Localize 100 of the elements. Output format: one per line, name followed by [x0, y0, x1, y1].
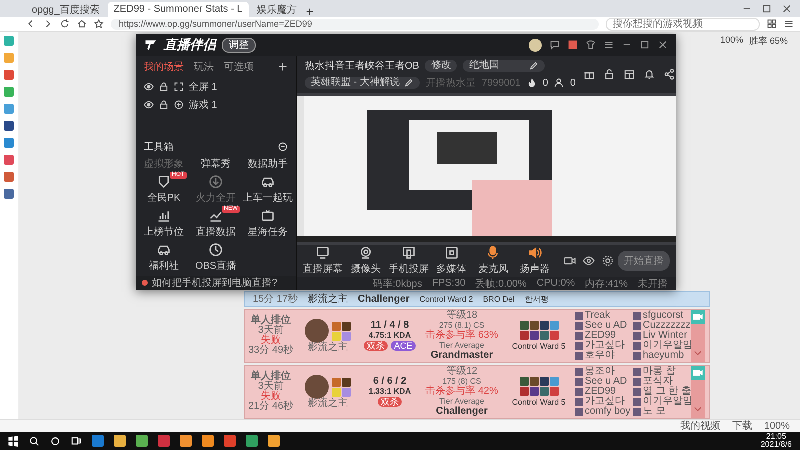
cs-count: 175 (8) CS [442, 377, 482, 386]
player-name[interactable]: 이기우알암 [643, 341, 693, 351]
scene-item[interactable]: 全屏 1 [189, 80, 218, 94]
close-icon[interactable] [782, 4, 792, 14]
lock-icon[interactable] [159, 82, 169, 92]
tool-button[interactable]: 星海任务 [242, 209, 294, 239]
grid-icon[interactable] [767, 19, 777, 29]
camera-icon[interactable] [564, 255, 576, 267]
player-name[interactable]: sfgucorst [643, 311, 684, 321]
scene-tab[interactable]: 我的场景 [144, 60, 184, 74]
eye-icon[interactable] [583, 255, 595, 267]
status-item[interactable]: 我的视频 [680, 419, 720, 433]
eye-icon[interactable] [144, 82, 154, 92]
scene-item[interactable]: 游戏 1 [189, 98, 218, 112]
browser-tab[interactable]: opgg_百度搜索 [26, 2, 106, 17]
bar-chart-icon [157, 209, 171, 223]
category-selector[interactable]: 英雄联盟 - 大神解说 [305, 77, 420, 89]
search-icon[interactable] [29, 436, 40, 446]
fullscreen-icon [174, 82, 184, 92]
champion-level: 等级18 [446, 311, 478, 321]
windows-start-icon[interactable] [8, 436, 19, 446]
source-button[interactable]: 手机投屏 [388, 246, 429, 276]
tip-dot-icon [142, 280, 148, 286]
player-name[interactable]: See u AD [585, 377, 628, 387]
close-icon[interactable] [658, 40, 668, 50]
menu-icon[interactable] [784, 19, 794, 29]
version-badge[interactable]: 调整 [222, 38, 256, 52]
bell-icon[interactable] [644, 69, 655, 80]
player-name[interactable]: 열 그 한 출 [643, 387, 692, 397]
clock[interactable]: 21:05 2021/8/6 [760, 433, 792, 449]
player-name[interactable]: 몽조아 [585, 367, 615, 377]
room-field[interactable]: 绝地国 [463, 60, 546, 72]
tool-tab[interactable]: 弹幕秀 [190, 157, 242, 171]
share-icon[interactable] [664, 69, 675, 80]
circle-icon[interactable] [50, 436, 61, 446]
tool-tab[interactable]: 数据助手 [242, 157, 294, 171]
game-duration: 15分 17秒 [253, 292, 298, 306]
player-name[interactable]: ZED99 [585, 387, 616, 397]
kill-participation: 击杀参与率 42% [426, 387, 498, 397]
chat-icon[interactable] [550, 40, 560, 50]
player-name[interactable]: 가고싶다 [585, 341, 625, 351]
settings-icon[interactable] [602, 255, 614, 267]
source-button[interactable]: 直播屏幕 [303, 246, 343, 276]
menu-icon[interactable] [604, 40, 614, 50]
stream-title: 热水抖音王者峡谷王者OB [305, 60, 420, 73]
unlock-icon[interactable] [604, 69, 615, 80]
status-item[interactable]: 100% [764, 420, 790, 432]
player-name[interactable]: BRO Del [483, 294, 515, 304]
player-name[interactable]: 가고싶다 [585, 397, 625, 407]
tool-button[interactable]: 福利社 [138, 243, 190, 273]
home-icon[interactable] [77, 19, 87, 29]
scene-tab[interactable]: 可选项 [224, 60, 254, 74]
player-name[interactable]: Liv Winter [643, 331, 688, 341]
maximize-icon[interactable] [640, 40, 650, 50]
tool-button[interactable]: 上车一起玩 [242, 175, 294, 205]
player-name[interactable]: haeyumb [643, 351, 684, 361]
multikill-badge: 双杀 [364, 341, 388, 351]
monitor-icon [316, 246, 330, 260]
shirt-icon[interactable] [586, 40, 596, 50]
more-icon[interactable] [278, 142, 288, 152]
download-icon [209, 175, 223, 189]
ward-text: Control Ward 2 [420, 294, 474, 304]
source-button[interactable]: 多媒体 [432, 246, 470, 276]
time-ago: 3天前 [258, 382, 284, 392]
reload-icon[interactable] [60, 19, 70, 29]
browser-tab[interactable]: 娱乐魔方 [250, 2, 303, 17]
source-button[interactable]: 麦克风 [474, 246, 512, 276]
player-name[interactable]: 이기우알암 [643, 397, 693, 407]
user-avatar[interactable] [529, 38, 542, 52]
maximize-icon[interactable] [762, 4, 772, 14]
address-bar[interactable]: https://www.op.gg/summoner/userName=ZED99 [111, 18, 599, 30]
search-field[interactable]: 搜你想搜的游戏视频 [606, 18, 760, 30]
kda-ratio: 1.33:1 KDA [368, 387, 412, 397]
lock-icon[interactable] [159, 100, 169, 110]
player-name[interactable]: 노 모 [643, 407, 666, 417]
record-icon[interactable] [568, 40, 578, 50]
task-view-icon[interactable] [71, 436, 82, 446]
tool-button[interactable]: OBS直播 [190, 243, 242, 273]
new-tab-icon[interactable] [304, 7, 315, 17]
player-name[interactable]: Cuzzzzzzz [643, 321, 691, 331]
star-icon[interactable] [94, 19, 104, 29]
player-name[interactable]: See u AD [585, 321, 628, 331]
shield-icon [157, 175, 171, 189]
scene-tab[interactable]: 玩法 [194, 60, 214, 74]
status-item[interactable]: 下载 [732, 419, 752, 433]
player-name[interactable]: 호우야 [585, 351, 615, 361]
player-name[interactable]: ZED99 [585, 331, 616, 341]
source-button[interactable]: 扬声器 [516, 246, 554, 276]
add-icon[interactable] [278, 62, 288, 72]
source-button[interactable]: 摄像头 [347, 246, 385, 276]
player-name[interactable]: 마롱 찹 [643, 367, 676, 377]
player-name[interactable]: comfy boy [585, 407, 631, 417]
box-icon[interactable] [624, 69, 635, 80]
eye-icon[interactable] [144, 100, 154, 110]
tool-button[interactable]: 上榜节位 [138, 209, 190, 239]
browser-tab[interactable]: ZED99 - Summoner Stats - L [108, 2, 249, 17]
player-name[interactable]: Treak [585, 311, 610, 321]
edit-button[interactable]: 修改 [425, 60, 458, 72]
player-name[interactable]: 포식자 [643, 377, 673, 387]
player-name[interactable]: 한서평 [524, 294, 549, 304]
